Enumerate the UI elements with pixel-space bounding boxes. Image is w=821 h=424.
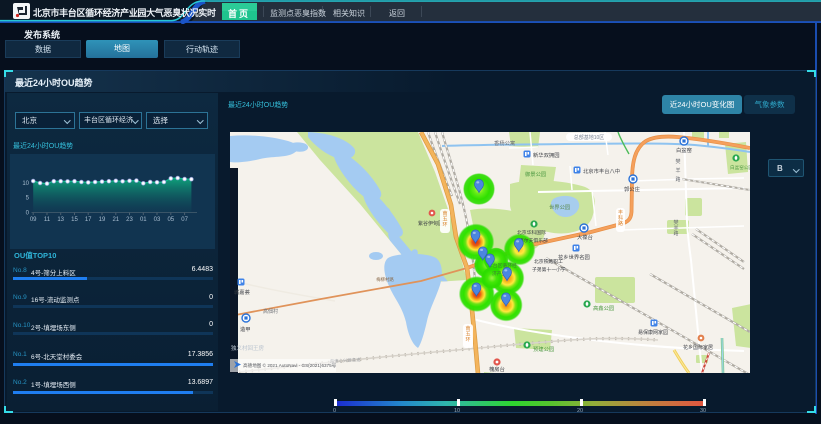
svg-text:北京华科国际: 北京华科国际 [517, 229, 546, 236]
svg-text:01: 01 [140, 217, 147, 223]
svg-text:御景公园: 御景公园 [525, 170, 546, 178]
svg-text:槐房台: 槐房台 [489, 365, 505, 373]
svg-text:紫谷伊甸园: 紫谷伊甸园 [418, 220, 443, 227]
svg-text:花乡世界名园: 花乡世界名园 [558, 253, 590, 261]
svg-text:0: 0 [26, 211, 30, 217]
svg-text:10: 10 [22, 181, 29, 187]
svg-text:环: 环 [442, 222, 447, 228]
svg-text:梅柳村路: 梅柳村路 [376, 276, 394, 283]
svg-text:路: 路 [673, 230, 678, 237]
svg-text:15: 15 [71, 217, 78, 223]
svg-text:11: 11 [44, 217, 51, 223]
svg-text:路: 路 [675, 176, 680, 183]
svg-text:新华双拥园: 新华双拥园 [533, 151, 560, 159]
svg-text:09: 09 [30, 217, 37, 223]
svg-text:05: 05 [167, 217, 174, 223]
svg-text:白盆窑公园: 白盆窑公园 [730, 164, 750, 171]
svg-text:郭公庄: 郭公庄 [624, 185, 641, 193]
svg-text:17: 17 [85, 217, 92, 223]
svg-text:羊: 羊 [675, 167, 680, 174]
svg-text:易保康网家园: 易保康网家园 [638, 329, 668, 336]
svg-text:总部基地10区: 总部基地10区 [574, 134, 605, 141]
svg-text:花乡国际家居: 花乡国际家居 [683, 344, 713, 351]
svg-text:樊: 樊 [675, 158, 680, 165]
svg-text:城嘉荟: 城嘉荟 [234, 288, 251, 296]
svg-text:世界公园: 世界公园 [549, 203, 570, 211]
svg-text:19: 19 [99, 217, 106, 223]
svg-text:环: 环 [465, 337, 470, 343]
svg-text:香杨公寓: 香杨公寓 [494, 139, 515, 147]
svg-text:预建公园: 预建公园 [533, 345, 554, 353]
svg-text:03: 03 [154, 217, 161, 223]
svg-text:高佃村: 高佃村 [263, 308, 278, 315]
svg-text:北京市丰台八中: 北京市丰台八中 [583, 167, 620, 175]
svg-text:大葆台: 大葆台 [577, 233, 593, 241]
svg-text:23: 23 [126, 217, 133, 223]
svg-text:子弟第十一小学: 子弟第十一小学 [532, 266, 566, 273]
svg-text:高鑫公园: 高鑫公园 [593, 304, 614, 312]
svg-text:5: 5 [26, 196, 30, 202]
svg-text:13: 13 [57, 217, 64, 223]
svg-text:造甲: 造甲 [240, 325, 251, 333]
svg-text:白盆窑: 白盆窑 [676, 146, 692, 154]
svg-text:21: 21 [112, 217, 119, 223]
svg-text:路: 路 [618, 220, 623, 227]
svg-text:高德地图 © 2021 AutoNavi - GS(2021: 高德地图 © 2021 AutoNavi - GS(2021)6375号 [243, 362, 337, 369]
svg-text:07: 07 [181, 217, 188, 223]
svg-text:独义村回王房: 独义村回王房 [231, 344, 265, 352]
